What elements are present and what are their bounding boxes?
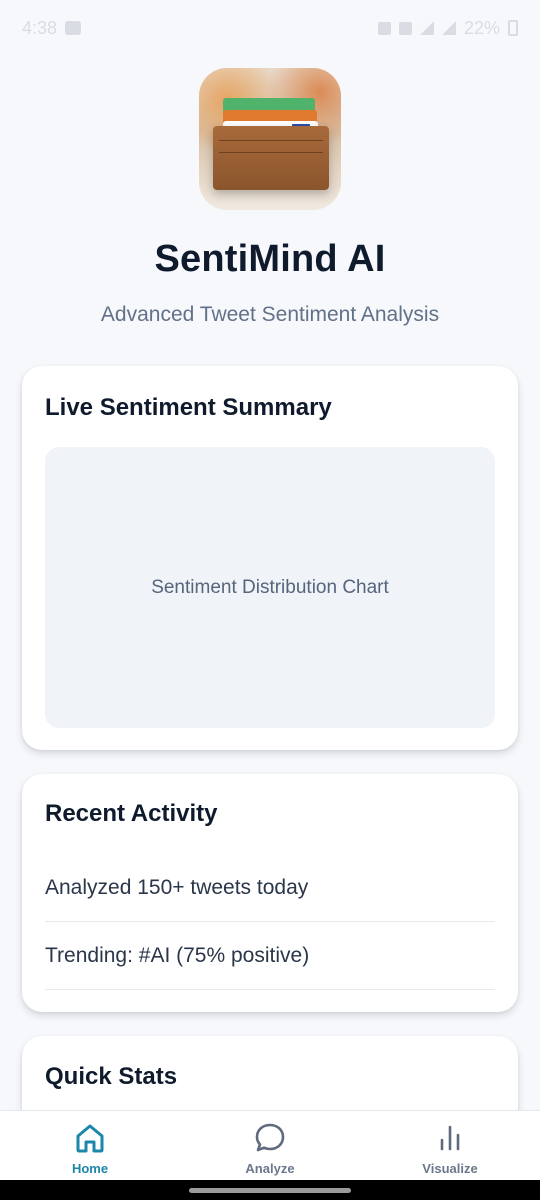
status-bar: 4:38 22%: [0, 0, 540, 56]
activity-item: Trending: #AI (75% positive): [45, 922, 495, 990]
app-logo: [199, 68, 341, 210]
recent-activity-title: Recent Activity: [45, 800, 218, 827]
recent-activity-card: Recent Activity Analyzed 150+ tweets tod…: [22, 774, 518, 1012]
gesture-bar: [0, 1180, 540, 1200]
nav-analyze-label: Analyze: [245, 1161, 295, 1176]
notification-icon: [377, 21, 391, 35]
status-right: 22%: [377, 17, 518, 39]
sentiment-summary-title: Live Sentiment Summary: [45, 394, 332, 421]
bar-chart-icon: [440, 1125, 460, 1151]
nav-analyze[interactable]: Analyze: [180, 1111, 360, 1181]
nav-visualize-label: Visualize: [422, 1161, 478, 1176]
home-icon: [76, 1124, 104, 1153]
chat-bubble-icon: [255, 1123, 285, 1152]
activity-item: Analyzed 150+ tweets today: [45, 854, 495, 922]
sentiment-chart-placeholder: Sentiment Distribution Chart: [45, 447, 495, 728]
bottom-navigation: Home Analyze Visualize: [0, 1110, 540, 1181]
home-gesture-handle[interactable]: [189, 1188, 351, 1193]
quick-stats-title: Quick Stats: [45, 1063, 178, 1090]
wifi-icon: [419, 21, 434, 35]
wallet-image: [213, 126, 329, 190]
sentiment-summary-card: Live Sentiment Summary Sentiment Distrib…: [22, 366, 518, 750]
nav-home[interactable]: Home: [0, 1111, 180, 1181]
app-subtitle: Advanced Tweet Sentiment Analysis: [100, 303, 440, 326]
nav-visualize[interactable]: Visualize: [360, 1111, 540, 1181]
status-time: 4:38: [22, 17, 58, 38]
app-title: SentiMind AI: [154, 238, 386, 280]
battery-icon: [508, 20, 518, 36]
mute-icon: [398, 21, 412, 35]
status-left: 4:38: [22, 17, 82, 39]
nav-home-label: Home: [71, 1161, 109, 1176]
battery-percent: 22%: [463, 17, 500, 38]
gallery-notification-icon: [65, 21, 82, 35]
signal-icon: [441, 21, 456, 35]
